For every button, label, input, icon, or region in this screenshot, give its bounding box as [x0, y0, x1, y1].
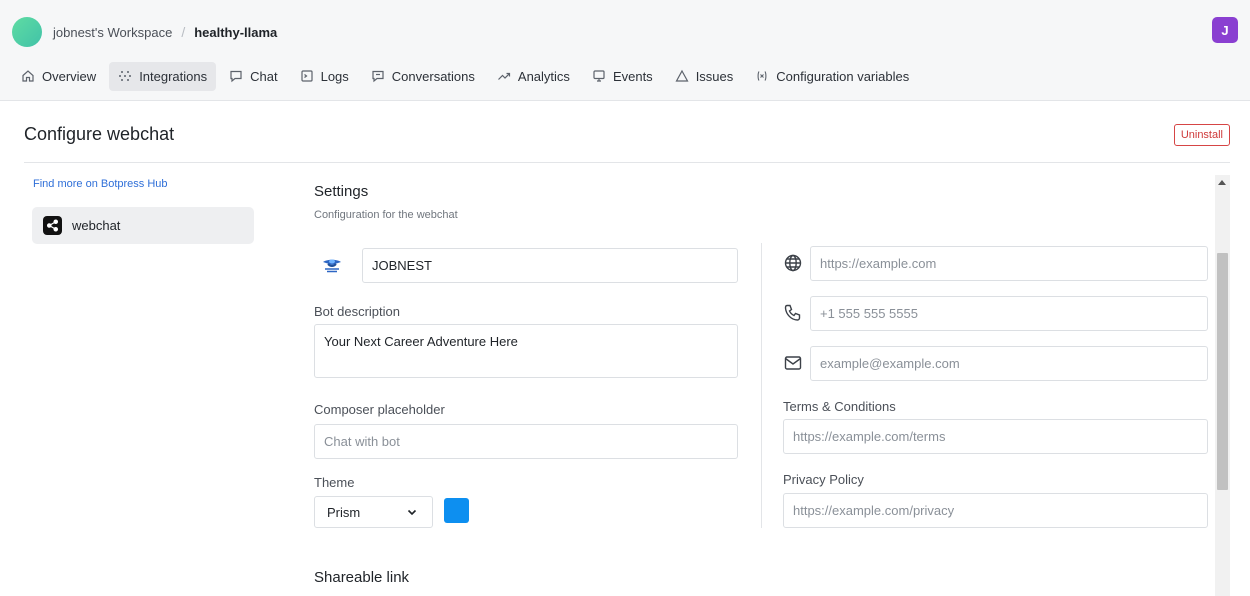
home-icon: [21, 69, 35, 83]
phone-icon: [784, 304, 801, 321]
issues-icon: [675, 69, 689, 83]
integrations-icon: [118, 69, 132, 83]
terms-label: Terms & Conditions: [783, 399, 896, 414]
workspace-name[interactable]: jobnest's Workspace: [53, 25, 172, 40]
tab-chat-label: Chat: [250, 68, 278, 84]
breadcrumb-separator: /: [181, 24, 186, 40]
sidebar-item-webchat[interactable]: webchat: [32, 207, 254, 244]
events-icon: [592, 69, 606, 83]
privacy-label: Privacy Policy: [783, 472, 864, 487]
theme-select-value: Prism: [327, 504, 361, 520]
tab-integrations[interactable]: Integrations: [109, 61, 217, 91]
website-input[interactable]: [810, 246, 1208, 281]
theme-select[interactable]: Prism: [314, 496, 433, 528]
uninstall-button[interactable]: Uninstall: [1173, 124, 1230, 146]
workspace-avatar[interactable]: [12, 17, 42, 47]
title-divider: [24, 162, 1230, 163]
tab-conversations[interactable]: Conversations: [362, 62, 484, 91]
scrollbar-thumb[interactable]: [1217, 253, 1228, 490]
tab-events-label: Events: [612, 68, 653, 84]
conversations-icon: [371, 69, 385, 83]
theme-label: Theme: [314, 475, 355, 490]
tab-logs-label: Logs: [320, 68, 349, 84]
breadcrumb: jobnest's Workspace / healthy-llama: [12, 16, 277, 48]
tab-issues[interactable]: Issues: [666, 62, 743, 91]
page-title: Configure webchat: [24, 124, 175, 144]
share-icon: [43, 216, 62, 235]
privacy-input[interactable]: [783, 493, 1208, 528]
column-divider: [761, 243, 762, 528]
logs-icon: [300, 69, 314, 83]
terms-input[interactable]: [783, 419, 1208, 454]
bot-name-input[interactable]: [362, 248, 738, 283]
analytics-icon: [497, 69, 511, 83]
composer-placeholder-input[interactable]: [314, 424, 738, 459]
tab-logs[interactable]: Logs: [291, 62, 358, 91]
tab-analytics-label: Analytics: [517, 68, 570, 84]
bot-description-label: Bot description: [314, 304, 400, 319]
email-icon: [784, 356, 802, 370]
tab-overview-label: Overview: [42, 68, 97, 84]
tab-integrations-label: Integrations: [139, 68, 208, 84]
main-nav: Overview Integrations Chat Logs Conversa…: [12, 61, 922, 91]
tab-overview[interactable]: Overview: [12, 62, 105, 91]
bot-name[interactable]: healthy-llama: [194, 25, 277, 40]
tab-conversations-label: Conversations: [391, 68, 475, 84]
phone-input[interactable]: [810, 296, 1208, 331]
user-avatar[interactable]: J: [1212, 17, 1238, 43]
settings-subtitle: Configuration for the webchat: [314, 209, 458, 221]
settings-title: Settings: [314, 183, 369, 200]
tab-issues-label: Issues: [695, 68, 734, 84]
variables-icon: [755, 69, 769, 83]
sidebar-item-label: webchat: [72, 218, 121, 233]
top-bar: jobnest's Workspace / healthy-llama J Ov…: [0, 0, 1250, 101]
tab-analytics[interactable]: Analytics: [488, 62, 579, 91]
tab-configuration-variables-label: Configuration variables: [776, 68, 910, 84]
scroll-up-arrow-icon[interactable]: [1218, 180, 1226, 185]
email-input[interactable]: [810, 346, 1208, 381]
theme-color-swatch[interactable]: [444, 498, 469, 523]
tab-configuration-variables[interactable]: Configuration variables: [746, 62, 918, 91]
tab-chat[interactable]: Chat: [220, 62, 286, 91]
chat-icon: [229, 69, 243, 83]
composer-placeholder-label: Composer placeholder: [314, 402, 445, 417]
bot-description-input[interactable]: Your Next Career Adventure Here: [314, 324, 738, 378]
chevron-down-icon: [407, 509, 417, 516]
tab-events[interactable]: Events: [583, 62, 662, 91]
shareable-link-title: Shareable link: [314, 569, 410, 586]
globe-icon: [784, 254, 802, 272]
bot-logo-icon[interactable]: [320, 253, 344, 277]
botpress-hub-link[interactable]: Find more on Botpress Hub: [33, 178, 168, 190]
